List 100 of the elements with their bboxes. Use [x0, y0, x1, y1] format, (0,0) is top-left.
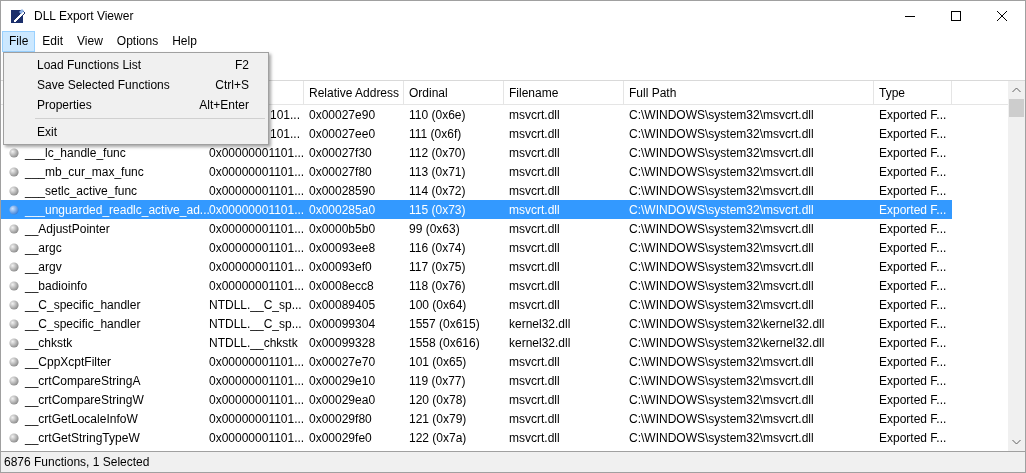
bullet-icon — [9, 185, 19, 196]
table-cell-text: NTDLL.__C_sp... — [209, 315, 302, 333]
menu-entry[interactable]: Load Functions List F2 — [4, 55, 268, 75]
column-header[interactable]: Ordinal — [404, 81, 504, 104]
table-cell-text: C:\WINDOWS\system32\msvcrt.dll — [629, 372, 814, 390]
table-cell-text: 120 (0x78) — [409, 391, 467, 409]
table-cell-text: 0x00029ea0 — [309, 391, 376, 409]
table-cell-text: 0x00029f80 — [309, 410, 372, 428]
table-cell-text: 0x00027e90 — [309, 106, 376, 124]
table-cell-text: msvcrt.dll — [509, 163, 560, 181]
table-cell-text: C:\WINDOWS\system32\msvcrt.dll — [629, 429, 814, 447]
table-cell-text: 0x00000001101... — [209, 429, 305, 447]
table-cell-text: msvcrt.dll — [509, 296, 560, 314]
table-cell-text: C:\WINDOWS\system32\msvcrt.dll — [629, 391, 814, 409]
menu-item[interactable]: Edit — [35, 31, 71, 52]
selected-bullet-icon — [9, 204, 19, 215]
menu-entry[interactable]: Save Selected Functions Ctrl+S — [4, 75, 268, 95]
table-cell-text: 0x00028590 — [309, 182, 376, 200]
menu-entry[interactable]: Properties Alt+Enter — [4, 95, 268, 115]
bullet-icon — [9, 337, 19, 348]
table-cell-text: 0x00029fe0 — [309, 429, 372, 447]
bullet-icon — [9, 394, 19, 405]
table-cell-text: C:\WINDOWS\system32\msvcrt.dll — [629, 201, 814, 219]
table-cell-text: 0x00000001101... — [209, 220, 305, 238]
table-cell-text: msvcrt.dll — [509, 144, 560, 162]
scroll-up-icon[interactable] — [1012, 87, 1021, 93]
function-name: ___setlc_active_func — [25, 182, 138, 200]
bullet-icon — [9, 166, 19, 177]
table-cell-text: msvcrt.dll — [509, 391, 560, 409]
table-cell-text: 101 (0x65) — [409, 353, 467, 371]
table-cell-text: Exported F... — [879, 258, 947, 276]
table-cell-text: C:\WINDOWS\system32\msvcrt.dll — [629, 220, 814, 238]
table-cell-text: msvcrt.dll — [509, 410, 560, 428]
function-name: __crtCompareStringA — [25, 372, 141, 390]
bullet-icon — [9, 261, 19, 272]
column-header[interactable]: Full Path — [624, 81, 874, 104]
bullet-icon — [9, 223, 19, 234]
column-header[interactable]: Type — [874, 81, 952, 104]
table-cell-text: msvcrt.dll — [509, 429, 560, 447]
table-cell-text: Exported F... — [879, 220, 947, 238]
menu-item[interactable]: Options — [109, 31, 166, 52]
table-cell-text: 101... — [269, 106, 300, 124]
table-cell-text: C:\WINDOWS\system32\kernel32.dll — [629, 315, 825, 333]
window-title: DLL Export Viewer — [34, 8, 134, 25]
table-cell-text: NTDLL.__chkstk — [209, 334, 298, 352]
table-cell-text: Exported F... — [879, 410, 947, 428]
table-cell-text: Exported F... — [879, 201, 947, 219]
table-cell-text: 117 (0x75) — [409, 258, 466, 276]
menu-item[interactable]: Help — [165, 31, 204, 52]
table-cell-text: 114 (0x72) — [409, 182, 466, 200]
table-cell-text: msvcrt.dll — [509, 277, 560, 295]
table-cell-text: 110 (0x6e) — [409, 106, 466, 124]
table-cell-text: Exported F... — [879, 391, 947, 409]
table-cell-text: msvcrt.dll — [509, 239, 560, 257]
table-cell-text: C:\WINDOWS\system32\msvcrt.dll — [629, 163, 814, 181]
bullet-icon — [9, 280, 19, 291]
table-cell-text: msvcrt.dll — [509, 182, 560, 200]
scrollbar[interactable] — [1008, 81, 1025, 451]
table-cell-text: 116 (0x74) — [409, 239, 466, 257]
table-cell-text: 0x0000b5b0 — [309, 220, 376, 238]
function-name: ___unguarded_readlc_active_ad... — [25, 201, 210, 219]
close-icon[interactable] — [997, 11, 1007, 21]
table-cell-text: Exported F... — [879, 296, 947, 314]
table-cell-text: C:\WINDOWS\system32\msvcrt.dll — [629, 353, 814, 371]
table-cell-text: Exported F... — [879, 429, 947, 447]
menu-item[interactable]: File — [2, 31, 36, 52]
table-cell-text: C:\WINDOWS\system32\msvcrt.dll — [629, 410, 814, 428]
function-name: ___lc_handle_func — [25, 144, 126, 162]
table-cell-text: Exported F... — [879, 106, 947, 124]
table-cell-text: kernel32.dll — [509, 315, 571, 333]
table-cell-text: Exported F... — [879, 182, 947, 200]
maximize-icon[interactable] — [951, 11, 961, 21]
column-header[interactable]: Filename — [504, 81, 624, 104]
table-cell-text: C:\WINDOWS\system32\msvcrt.dll — [629, 182, 814, 200]
table-cell-text: 0x00000001101... — [209, 372, 305, 390]
menu-entry[interactable]: Exit — [4, 122, 268, 142]
function-name: __crtGetLocaleInfoW — [25, 410, 138, 428]
table-cell-text: msvcrt.dll — [509, 258, 560, 276]
scrollbar-thumb[interactable] — [1009, 99, 1024, 117]
table-cell-text: 0x00027ee0 — [309, 125, 376, 143]
table-cell-text: 0x000285a0 — [309, 201, 376, 219]
bullet-icon — [9, 432, 19, 443]
column-header[interactable]: Relative Address — [304, 81, 404, 104]
table-cell-text: 0x00099328 — [309, 334, 376, 352]
table-cell-text: Exported F... — [879, 372, 947, 390]
menu-item[interactable]: View — [70, 31, 110, 52]
scroll-down-icon[interactable] — [1012, 439, 1021, 445]
table-cell-text: 0x00000001101... — [209, 410, 305, 428]
table-cell-text: C:\WINDOWS\system32\msvcrt.dll — [629, 277, 814, 295]
bullet-icon — [9, 413, 19, 424]
table-cell-text: 0x00000001101... — [209, 353, 305, 371]
table-cell-text: 0x00027f30 — [309, 144, 372, 162]
function-name: __badioinfo — [25, 277, 88, 295]
table-cell-text: C:\WINDOWS\system32\msvcrt.dll — [629, 258, 814, 276]
table-cell-text: 112 (0x70) — [409, 144, 466, 162]
table-cell-text: C:\WINDOWS\system32\msvcrt.dll — [629, 125, 814, 143]
function-name: __crtGetStringTypeW — [25, 429, 140, 447]
function-name: __chkstk — [25, 334, 73, 352]
table-cell-text: 118 (0x76) — [409, 277, 466, 295]
table-cell-text: C:\WINDOWS\system32\msvcrt.dll — [629, 106, 814, 124]
